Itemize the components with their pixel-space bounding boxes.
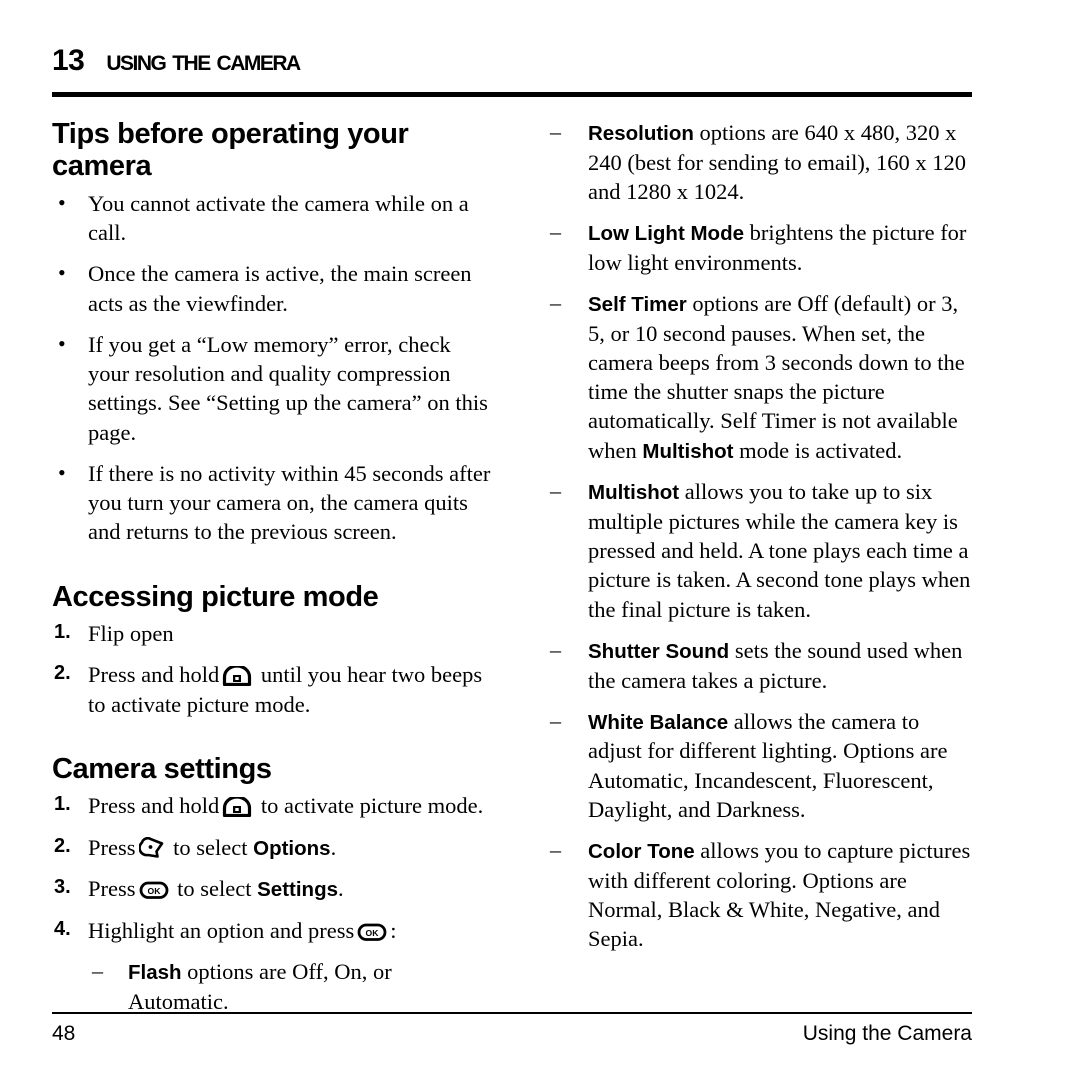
list-item: – Multishot allows you to take up to six…: [546, 477, 972, 624]
dash-icon: –: [550, 219, 561, 245]
dash-icon: –: [550, 707, 561, 733]
list-item: 1. Flip open: [52, 619, 492, 648]
option-term-shutter-sound: Shutter Sound: [588, 639, 730, 663]
ui-label-options: Options: [253, 836, 331, 860]
chapter-header: 13 Using the Camera: [52, 44, 972, 90]
list-item-text: Once the camera is active, the main scre…: [88, 261, 472, 316]
accessing-steps-list: 1. Flip open 2. Press and hold until you…: [52, 619, 492, 719]
svg-text:OK: OK: [366, 928, 380, 938]
list-item: – Self Timer options are Off (default) o…: [546, 289, 972, 465]
left-softkey-icon: [138, 836, 165, 859]
tips-bullet-list: • You cannot activate the camera while o…: [52, 189, 492, 547]
step-number: 4.: [54, 917, 71, 940]
list-item: 2. Press and hold until you hear two bee…: [52, 660, 492, 719]
heading-accessing-picture-mode: Accessing picture mode: [52, 580, 379, 613]
list-item: – White Balance allows the camera to adj…: [546, 707, 972, 824]
list-item-text: You cannot activate the camera while on …: [88, 190, 469, 246]
bullet-icon: •: [58, 189, 66, 215]
dash-icon: –: [550, 636, 561, 662]
heading-tips-before-operating: Tips before operating your camera: [52, 118, 409, 183]
option-term-multishot-inline: Multishot: [642, 439, 734, 463]
manual-page: 13 Using the Camera Tips before operating…: [52, 0, 972, 1080]
list-item: – Resolution options are 640 x 480, 320 …: [546, 118, 972, 206]
dash-icon: –: [550, 478, 561, 504]
step-text: :: [390, 917, 397, 943]
option-term-self-timer: Self Timer: [588, 293, 687, 317]
dash-icon: –: [550, 119, 561, 144]
right-column: – Resolution options are 640 x 480, 320 …: [546, 118, 972, 1016]
option-term-low-light-mode: Low Light Mode: [588, 222, 744, 246]
list-item: • If you get a “Low memory” error, check…: [52, 330, 492, 447]
dash-icon: –: [92, 958, 103, 984]
step-number: 2.: [54, 662, 71, 685]
bullet-icon: •: [58, 260, 66, 286]
step-text: Highlight an option and press: [88, 917, 355, 943]
svg-text:OK: OK: [147, 886, 161, 896]
list-item: • If there is no activity within 45 seco…: [52, 459, 492, 547]
camera-settings-options-list: – Resolution options are 640 x 480, 320 …: [546, 118, 972, 954]
step-text-end: .: [330, 834, 337, 860]
list-item: 3. Press OK to select Settings.: [52, 874, 492, 904]
bullet-icon: •: [58, 459, 66, 485]
page-footer: 48 Using the Camera: [52, 1022, 972, 1056]
step-number: 1.: [54, 793, 71, 816]
ok-key-icon: OK: [357, 922, 387, 942]
step-text-end: .: [338, 876, 344, 902]
option-term-multishot: Multishot: [588, 481, 680, 505]
step-text: Flip open: [88, 621, 174, 647]
step-text: Press: [88, 876, 136, 902]
header-divider: [52, 92, 972, 97]
option-term-resolution: Resolution: [588, 122, 694, 145]
dash-icon: –: [550, 290, 561, 316]
list-item-text: If you get a “Low memory” error, check y…: [88, 331, 488, 445]
step-text: to select: [173, 834, 254, 860]
step-number: 2.: [54, 834, 71, 857]
footer-running-title: Using the Camera: [802, 1022, 972, 1045]
list-item: – Color Tone allows you to capture pictu…: [546, 836, 972, 953]
list-item: 2. Press to select Options.: [52, 833, 492, 863]
step-text: Press and hold: [88, 793, 220, 819]
step-text: to select: [177, 876, 258, 902]
option-term-white-balance: White Balance: [588, 710, 729, 734]
ok-key-icon: OK: [139, 880, 169, 900]
bullet-icon: •: [58, 330, 66, 356]
page-columns: Tips before operating your camera • You …: [52, 118, 972, 1016]
step-text: to activate picture mode.: [260, 793, 484, 819]
ui-label-flash: Flash: [128, 961, 182, 985]
list-item: • You cannot activate the camera while o…: [52, 189, 492, 248]
list-item: 4. Highlight an option and press OK: – Fl…: [52, 916, 492, 1016]
option-term-color-tone: Color Tone: [588, 840, 695, 864]
ui-label-settings: Settings: [257, 878, 338, 902]
option-description-end: mode is activated.: [733, 437, 903, 463]
list-item-text: If there is no activity within 45 second…: [88, 460, 491, 545]
list-item: – Low Light Mode brightens the picture f…: [546, 218, 972, 277]
page-number: 48: [52, 1022, 76, 1045]
flash-sub-item: – Flash options are Off, On, or Automati…: [88, 957, 492, 1016]
dash-icon: –: [550, 837, 561, 863]
camera-key-icon: [222, 666, 252, 687]
step-number: 3.: [54, 876, 71, 899]
list-item: 1. Press and hold to activate picture mo…: [52, 791, 492, 820]
step-text: Press and hold: [88, 662, 220, 688]
list-item: • Once the camera is active, the main sc…: [52, 259, 492, 318]
camera-settings-steps-list: 1. Press and hold to activate picture mo…: [52, 791, 492, 1016]
chapter-title: Using the Camera: [106, 44, 301, 77]
left-column: Tips before operating your camera • You …: [52, 118, 492, 1016]
list-item: – Shutter Sound sets the sound used when…: [546, 636, 972, 695]
step-text: Press: [88, 834, 136, 860]
chapter-number: 13: [52, 44, 85, 77]
step-number: 1.: [54, 621, 71, 644]
camera-key-icon: [222, 797, 252, 818]
heading-camera-settings: Camera settings: [52, 752, 272, 785]
footer-divider: [52, 1012, 972, 1014]
